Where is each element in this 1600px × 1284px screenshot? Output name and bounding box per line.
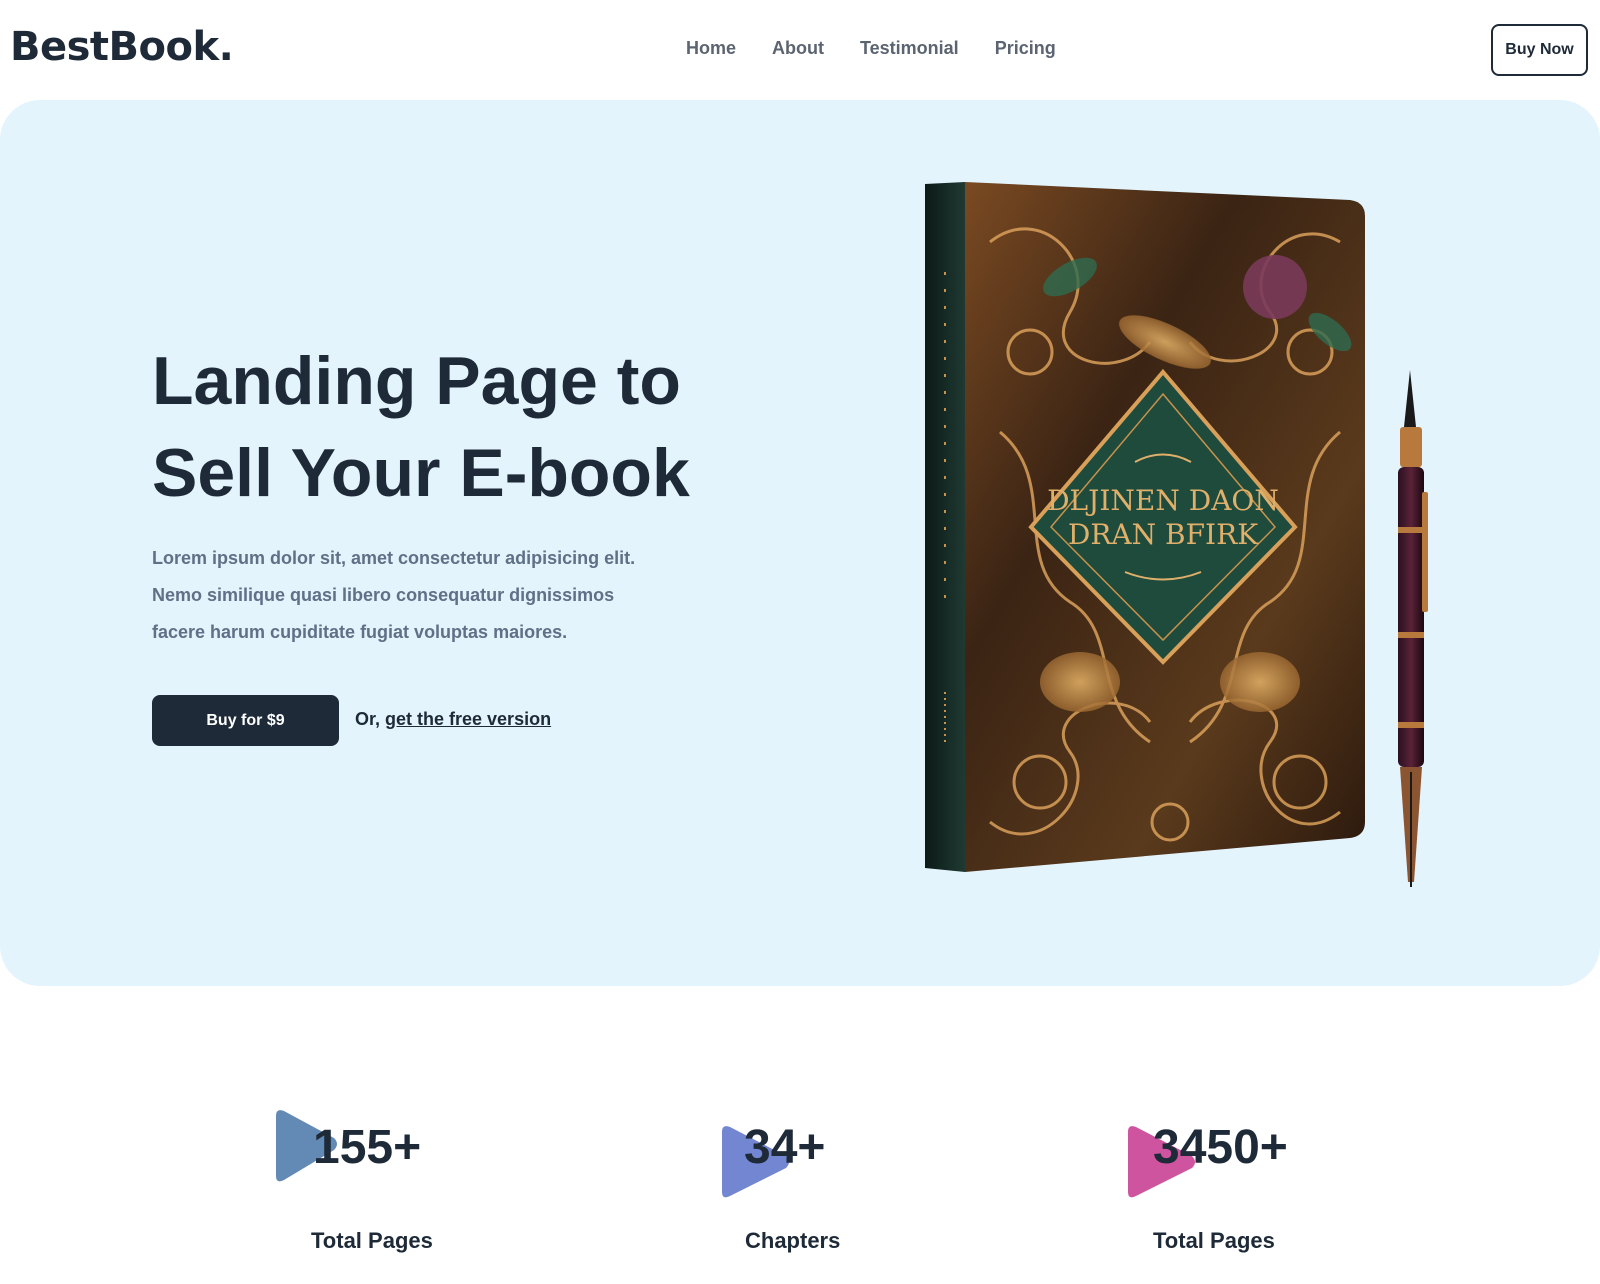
pen-illustration bbox=[1398, 370, 1428, 887]
free-version-text: Or, get the free version bbox=[355, 709, 551, 730]
hero-title: Landing Page to Sell Your E-book bbox=[152, 335, 712, 519]
stat-label: Total Pages bbox=[1153, 1228, 1275, 1253]
hero-description: Lorem ipsum dolor sit, amet consectetur … bbox=[152, 548, 636, 642]
stat-total-pages-2: 3450+ Total Pages bbox=[1126, 1110, 1366, 1270]
nav-links: Home About Testimonial Pricing bbox=[686, 38, 1056, 59]
book-illustration: DLJINEN DAON DRAN BFIRK bbox=[920, 182, 1480, 902]
book-cover-title-1: DLJINEN DAON bbox=[1047, 484, 1279, 517]
stat-number: 34+ bbox=[744, 1121, 826, 1174]
page: BestBook. Home About Testimonial Pricing… bbox=[0, 0, 1600, 1284]
stat-chapters: 34+ Chapters bbox=[720, 1110, 960, 1270]
free-version-link[interactable]: get the free version bbox=[385, 709, 551, 729]
buy-for-price-button[interactable]: Buy for $9 bbox=[152, 695, 339, 746]
nav-link-pricing[interactable]: Pricing bbox=[995, 38, 1056, 59]
book-cover-title-2: DRAN BFIRK bbox=[1068, 518, 1259, 551]
hero-title-line1: Landing Page to bbox=[152, 343, 681, 419]
stat-label: Chapters bbox=[745, 1228, 841, 1253]
hero-section: Landing Page to Sell Your E-book Lorem i… bbox=[0, 100, 1600, 986]
hero-title-line2: Sell Your E-book bbox=[152, 435, 690, 511]
stat-total-pages: 155+ Total Pages bbox=[270, 1110, 510, 1270]
nav-link-about[interactable]: About bbox=[772, 38, 824, 59]
brand-logo[interactable]: BestBook. bbox=[10, 24, 234, 70]
nav-link-testimonial[interactable]: Testimonial bbox=[860, 38, 959, 59]
stat-number: 155+ bbox=[313, 1121, 422, 1174]
top-nav: BestBook. Home About Testimonial Pricing… bbox=[0, 0, 1600, 100]
free-version-prefix: Or, bbox=[355, 709, 386, 729]
buy-now-button[interactable]: Buy Now bbox=[1491, 24, 1588, 76]
book-image: DLJINEN DAON DRAN BFIRK bbox=[925, 182, 1428, 887]
stat-number: 3450+ bbox=[1153, 1121, 1288, 1174]
stat-label: Total Pages bbox=[311, 1228, 433, 1253]
nav-link-home[interactable]: Home bbox=[686, 38, 736, 59]
